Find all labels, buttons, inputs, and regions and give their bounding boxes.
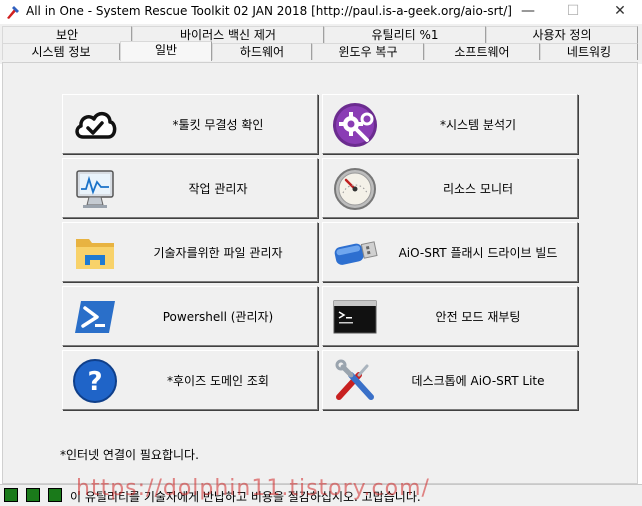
- whois-lookup-button[interactable]: ? *후이즈 도메인 조회: [62, 350, 318, 410]
- resource-monitor-button[interactable]: 리소스 모니터: [322, 158, 578, 218]
- file-manager-label: 기술자를위한 파일 관리자: [153, 245, 283, 260]
- tab-security[interactable]: 보안: [2, 26, 132, 43]
- tab-software[interactable]: 소프트웨어: [424, 43, 540, 60]
- desktop-lite-button[interactable]: 데스크톱에 AiO-SRT Lite: [322, 350, 578, 410]
- toolkit-integrity-label: *툴킷 무결성 확인: [172, 117, 264, 132]
- close-button[interactable]: ✕: [600, 0, 640, 24]
- internet-required-note: *인터넷 연결이 필요합니다.: [60, 448, 199, 462]
- maximize-button[interactable]: ☐: [553, 0, 593, 24]
- resource-monitor-label: 리소스 모니터: [442, 181, 514, 196]
- status-message: 이 유틸리티를 기술자에게 반납하고 비용을 절감하십시오. 고맙습니다.: [70, 490, 421, 504]
- powershell-admin-label: Powershell (관리자): [162, 309, 274, 324]
- safe-mode-reboot-label: 안전 모드 재부팅: [435, 309, 521, 324]
- disk-indicator-icon: [48, 488, 62, 502]
- monitor-chart-icon: [76, 170, 114, 208]
- app-icon: [7, 6, 19, 19]
- folder-icon: [76, 239, 114, 269]
- status-bar: 이 유틸리티를 기술자에게 반납하고 비용을 절감하십시오. 고맙습니다.: [0, 484, 642, 506]
- system-analyzer-label: *시스템 분석기: [439, 117, 517, 132]
- file-manager-button[interactable]: 기술자를위한 파일 관리자: [62, 222, 318, 282]
- powershell-icon: [75, 301, 115, 333]
- flash-drive-build-button[interactable]: AiO-SRT 플래시 드라이브 빌드: [322, 222, 578, 282]
- tab-utilities[interactable]: 유틸리티 %1: [324, 26, 486, 43]
- command-prompt-icon: [333, 300, 377, 334]
- tab-windows-repair[interactable]: 윈도우 복구: [312, 43, 424, 60]
- tab-hardware[interactable]: 하드웨어: [212, 43, 312, 60]
- tab-strip: 보안 바이러스 백신 제거 유틸리티 %1 사용자 정의 시스템 정보 일반 하…: [0, 24, 642, 64]
- powershell-admin-button[interactable]: Powershell (관리자): [62, 286, 318, 346]
- svg-text:?: ?: [87, 367, 102, 397]
- minimize-button[interactable]: —: [508, 0, 548, 24]
- desktop-lite-label: 데스크톱에 AiO-SRT Lite: [411, 373, 545, 388]
- memory-indicator-icon: [26, 488, 40, 502]
- tab-general[interactable]: 일반: [120, 41, 212, 61]
- tools-icon: [335, 359, 374, 400]
- whois-lookup-label: *후이즈 도메인 조회: [167, 373, 269, 388]
- flash-drive-build-label: AiO-SRT 플래시 드라이브 빌드: [398, 245, 558, 260]
- safe-mode-reboot-button[interactable]: 안전 모드 재부팅: [322, 286, 578, 346]
- gear-wrench-icon: [333, 103, 377, 147]
- gauge-icon: [334, 168, 376, 210]
- title-bar: All in One - System Rescue Toolkit 02 JA…: [0, 0, 642, 24]
- task-manager-button[interactable]: 작업 관리자: [62, 158, 318, 218]
- system-analyzer-button[interactable]: *시스템 분석기: [322, 94, 578, 154]
- task-manager-label: 작업 관리자: [188, 181, 248, 196]
- usb-drive-icon: [334, 241, 378, 265]
- cloud-check-icon: [75, 112, 117, 139]
- window-title: All in One - System Rescue Toolkit 02 JA…: [26, 4, 512, 18]
- tab-networking[interactable]: 네트워킹: [540, 43, 638, 60]
- cpu-indicator-icon: [4, 488, 18, 502]
- tab-custom[interactable]: 사용자 정의: [486, 26, 638, 43]
- toolkit-integrity-button[interactable]: *툴킷 무결성 확인: [62, 94, 318, 154]
- tab-system-info[interactable]: 시스템 정보: [2, 43, 120, 60]
- question-icon: ?: [73, 359, 117, 403]
